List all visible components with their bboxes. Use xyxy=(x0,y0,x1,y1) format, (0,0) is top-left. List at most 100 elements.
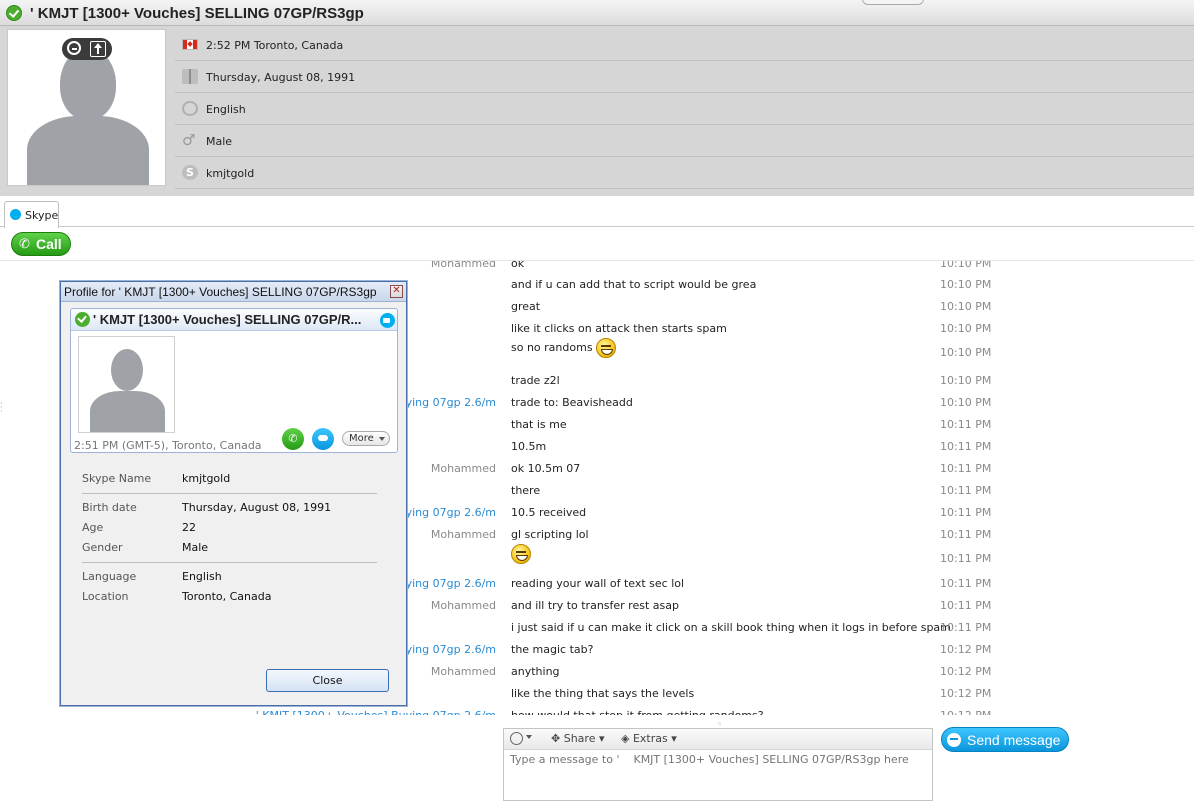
message-timestamp: 10:11 PM xyxy=(940,418,992,431)
tab-skype[interactable]: Skype xyxy=(4,201,59,228)
message-sender[interactable]: Mohammed xyxy=(431,462,496,475)
message-input[interactable] xyxy=(506,751,930,799)
message-text-content: trade z2l xyxy=(511,374,560,387)
message-text: gl scripting lol xyxy=(511,528,589,541)
close-icon[interactable]: ✕ xyxy=(390,285,403,298)
message-sender[interactable]: ' KMJT [1300+ Vouches] Buying 07gp 2.6/m xyxy=(256,709,496,715)
message-sender[interactable]: Mohammed xyxy=(431,599,496,612)
message-text: 10.5 received xyxy=(511,506,586,519)
detail-separator xyxy=(82,493,377,494)
online-status-icon xyxy=(6,5,22,21)
video-icon xyxy=(380,313,395,328)
message-text: that is me xyxy=(511,418,567,431)
message-text-content: and if u can add that to script would be… xyxy=(511,278,757,291)
detail-value: kmjtgold xyxy=(182,472,231,485)
detail-value: Toronto, Canada xyxy=(182,590,272,603)
zoom-icon[interactable] xyxy=(67,41,81,55)
gender-male-icon: ♂ xyxy=(182,131,196,149)
message-text xyxy=(511,544,531,564)
detail-separator xyxy=(82,562,377,563)
detail-value: Male xyxy=(182,541,209,554)
contact-card-header: ' KMJT [1300+ Vouches] SELLING 07GP/R... xyxy=(71,309,397,331)
message-text: reading your wall of text sec lol xyxy=(511,577,684,590)
message-timestamp: 10:10 PM xyxy=(940,278,992,291)
message-text: how would that stop it from getting rand… xyxy=(511,709,764,715)
message-text-content: and ill try to transfer rest asap xyxy=(511,599,679,612)
conversation-tab-bar: Skype xyxy=(0,199,1194,228)
profile-info-rows: 2:52 PM Toronto, Canada Thursday, August… xyxy=(175,29,1194,189)
smiley-emoticon-icon xyxy=(595,338,616,358)
chevron-down-icon xyxy=(379,437,385,441)
more-button[interactable]: More xyxy=(342,431,390,446)
message-text-content: ok xyxy=(511,261,525,270)
message-text: like the thing that says the levels xyxy=(511,687,694,700)
message-timestamp: 10:10 PM xyxy=(940,300,992,313)
card-call-button[interactable]: ✆ xyxy=(282,428,304,450)
more-label: More xyxy=(349,433,374,444)
profile-row-gender: ♂ Male xyxy=(175,125,1194,157)
message-sender[interactable]: Mohammed xyxy=(431,528,496,541)
detail-row-gender: Gender Male xyxy=(82,539,382,559)
call-button[interactable]: ✆ Call xyxy=(11,232,71,256)
detail-row-age: Age 22 xyxy=(82,519,382,539)
message-timestamp: 10:12 PM xyxy=(940,709,991,715)
toolbar-toggle-tab[interactable] xyxy=(862,0,924,5)
message-timestamp: 10:10 PM xyxy=(940,374,992,387)
detail-key: Language xyxy=(82,570,137,583)
message-text-content: how would that stop it from getting rand… xyxy=(511,709,764,715)
profile-row-local-time: 2:52 PM Toronto, Canada xyxy=(175,29,1194,61)
detail-row-birth-date: Birth date Thursday, August 08, 1991 xyxy=(82,499,382,519)
message-text-content: so no randoms xyxy=(511,341,593,354)
message-timestamp: 10:10 PM xyxy=(940,261,992,270)
emoticon-icon[interactable] xyxy=(510,732,523,745)
message-text: anything xyxy=(511,665,560,678)
message-text: ok xyxy=(511,261,524,270)
local-time-text: 2:52 PM Toronto, Canada xyxy=(206,39,344,52)
message-timestamp: 10:10 PM xyxy=(940,322,992,335)
message-text-content: gl scripting lol xyxy=(511,528,589,541)
message-text: trade z2l xyxy=(511,374,560,387)
profile-details: Skype Name kmjtgold Birth date Thursday,… xyxy=(82,470,382,608)
message-timestamp: 10:11 PM xyxy=(940,484,992,497)
detail-row-language: Language English xyxy=(82,568,382,588)
message-text-content: that is me xyxy=(511,418,567,431)
message-text-content: like it clicks on attack then starts spa… xyxy=(511,322,727,335)
birthday-gift-icon xyxy=(182,69,198,84)
dialog-title-bar: Profile for ' KMJT [1300+ Vouches] SELLI… xyxy=(61,282,406,302)
share-label: Share xyxy=(563,732,596,745)
contact-card-avatar xyxy=(78,336,175,433)
share-menu[interactable]: ✥ Share ▾ xyxy=(551,732,605,745)
close-button[interactable]: Close xyxy=(266,669,389,692)
message-timestamp: 10:11 PM xyxy=(940,552,992,565)
tab-skype-label: Skype xyxy=(25,209,59,222)
title-bar: ' KMJT [1300+ Vouches] SELLING 07GP/RS3g… xyxy=(0,0,1194,26)
message-text: 10.5m xyxy=(511,440,546,453)
window-title: ' KMJT [1300+ Vouches] SELLING 07GP/RS3g… xyxy=(30,5,364,22)
message-text: like it clicks on attack then starts spa… xyxy=(511,322,727,335)
message-timestamp: 10:11 PM xyxy=(940,440,992,453)
skype-name-text: kmjtgold xyxy=(206,167,255,180)
profile-row-language: English xyxy=(175,93,1194,125)
message-text: and if u can add that to script would be… xyxy=(511,278,756,291)
message-text-content: 10.5 received xyxy=(511,506,587,519)
message-sender[interactable]: Mohammed xyxy=(431,261,496,270)
message-text-content: great xyxy=(511,300,541,313)
message-timestamp: 10:11 PM xyxy=(940,528,992,541)
detail-key: Location xyxy=(82,590,129,603)
message-timestamp: 10:12 PM xyxy=(940,643,992,656)
send-message-button[interactable]: Send message xyxy=(941,727,1069,752)
message-timestamp: 10:10 PM xyxy=(940,396,992,409)
avatar-head-shape xyxy=(111,349,143,391)
upload-icon[interactable] xyxy=(90,41,106,57)
extras-menu[interactable]: ◈ Extras ▾ xyxy=(621,732,677,745)
message-timestamp: 10:11 PM xyxy=(940,506,992,519)
profile-row-birthday: Thursday, August 08, 1991 xyxy=(175,61,1194,93)
canada-flag-icon xyxy=(182,39,198,50)
skype-logo-icon xyxy=(10,209,21,220)
card-chat-button[interactable] xyxy=(312,428,334,450)
message-sender[interactable]: Mohammed xyxy=(431,665,496,678)
contact-card: ' KMJT [1300+ Vouches] SELLING 07GP/R...… xyxy=(70,308,398,453)
detail-value: Thursday, August 08, 1991 xyxy=(182,501,332,514)
phone-icon: ✆ xyxy=(19,237,30,252)
chevron-down-icon[interactable] xyxy=(526,735,532,739)
